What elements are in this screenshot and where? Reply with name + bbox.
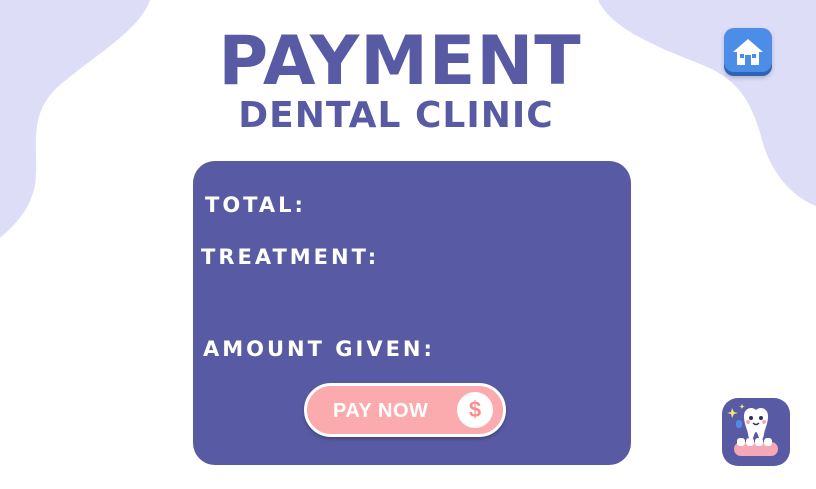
amount-given-label: AMOUNT GIVEN: (203, 337, 435, 361)
pay-now-label: PAY NOW (333, 400, 429, 422)
home-icon (733, 39, 763, 65)
tooth-mascot-badge (722, 398, 790, 466)
dollar-icon: $ (457, 392, 493, 428)
treatment-label: TREATMENT: (201, 245, 380, 269)
clinic-subtitle: DENTAL CLINIC (238, 95, 554, 136)
payment-card: TOTAL: TREATMENT: AMOUNT GIVEN: PAY NOW … (193, 161, 631, 465)
tooth-mascot-icon (727, 404, 778, 456)
home-button[interactable] (724, 28, 772, 76)
page-title: PAYMENT (218, 22, 582, 101)
pay-now-button[interactable]: PAY NOW $ (304, 383, 506, 437)
total-label: TOTAL: (205, 193, 306, 217)
